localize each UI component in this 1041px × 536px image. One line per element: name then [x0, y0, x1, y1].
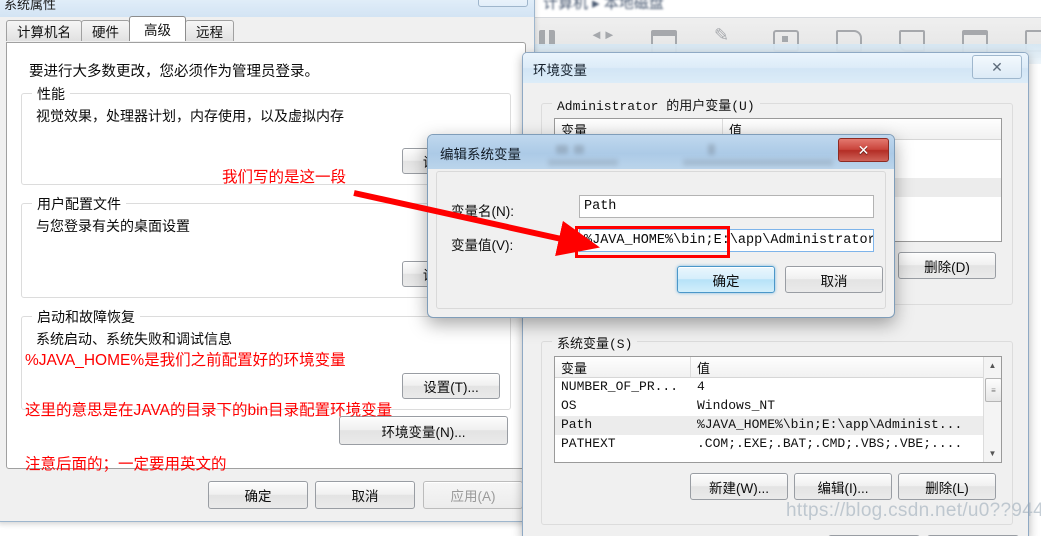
background-window-title: 计算机 ▸ 本地磁盘	[543, 0, 664, 12]
system-variables-edit-button[interactable]: 编辑(I)...	[794, 473, 892, 500]
scrollbar-thumb[interactable]: ≡	[985, 378, 1001, 402]
edit-system-variable-ok-button[interactable]: 确定	[677, 266, 775, 293]
edit-system-variable-cancel-button[interactable]: 取消	[785, 266, 883, 293]
system-properties-apply-button: 应用(A)	[423, 481, 523, 509]
annotation-semicolon-warning: 注意后面的；一定要用英文的	[25, 456, 227, 473]
system-variables-column-name: 变量	[555, 357, 691, 377]
environment-variables-titlebar: 环境变量 ✕	[523, 53, 1028, 83]
variable-name-label: 变量名(N):	[451, 204, 514, 219]
variable-name-input[interactable]: Path	[579, 195, 874, 218]
environment-variables-close-button[interactable]: ✕	[972, 55, 1022, 79]
admin-notice-text: 要进行大多数更改，您必须作为管理员登录。	[29, 64, 319, 80]
system-variables-group: 系统变量(S) 变量 值 NUMBER_OF_PR... 4 OS Window…	[541, 333, 1013, 525]
system-variable-value: 4	[697, 379, 705, 394]
system-variable-value: %JAVA_HOME%\bin;E:\app\Administ...	[697, 417, 963, 432]
system-variables-new-button[interactable]: 新建(W)...	[690, 473, 788, 500]
system-variable-name: Path	[561, 417, 593, 432]
user-profiles-description: 与您登录有关的桌面设置	[36, 218, 190, 234]
system-variable-name: OS	[561, 398, 577, 413]
tab-hardware[interactable]: 硬件	[81, 20, 130, 41]
performance-group-legend: 性能	[32, 84, 70, 104]
table-row[interactable]: OS Windows_NT	[555, 397, 1001, 416]
scroll-down-icon[interactable]: ▼	[984, 445, 1001, 462]
environment-variables-button[interactable]: 环境变量(N)...	[339, 416, 508, 445]
system-properties-title: 系统属性	[4, 0, 57, 12]
table-row[interactable]: NUMBER_OF_PR... 4	[555, 378, 1001, 397]
performance-description: 视觉效果，处理器计划，内存使用，以及虚拟内存	[36, 108, 344, 124]
variable-value-input[interactable]: %JAVA_HOME%\bin;E:\app\Administrator	[579, 229, 874, 252]
annotation-java-home-explained: %JAVA_HOME%是我们之前配置好的环境变量	[25, 352, 346, 369]
table-row[interactable]: PATHEXT .COM;.EXE;.BAT;.CMD;.VBS;.VBE;..…	[555, 435, 1001, 454]
startup-recovery-description: 系统启动、系统失败和调试信息	[36, 331, 232, 347]
variable-value-label: 变量值(V):	[451, 238, 514, 253]
scroll-up-icon[interactable]: ▲	[984, 357, 1001, 374]
startup-recovery-group-legend: 启动和故障恢复	[32, 307, 140, 327]
table-row[interactable]: Path %JAVA_HOME%\bin;E:\app\Administ...	[555, 416, 1001, 435]
edit-system-variable-close-button[interactable]: ✕	[838, 138, 889, 162]
system-variables-delete-button[interactable]: 删除(L)	[898, 473, 996, 500]
user-profiles-group-legend: 用户配置文件	[32, 194, 126, 214]
system-properties-titlebar: 系统属性	[0, 0, 534, 17]
system-properties-cancel-button[interactable]: 取消	[315, 481, 415, 509]
system-variables-scrollbar[interactable]: ▲ ≡ ▼	[983, 357, 1001, 462]
system-variable-name: PATHEXT	[561, 436, 616, 451]
edit-system-variable-dialog: 编辑系统变量 ✕ 变量名(N): Path 变量值(V): %JAVA_HOME…	[427, 134, 895, 318]
system-variables-group-legend: 系统变量(S)	[552, 333, 638, 352]
system-variables-column-value: 值	[697, 361, 711, 376]
system-variable-value: .COM;.EXE;.BAT;.CMD;.VBS;.VBE;....	[697, 436, 963, 451]
user-variables-delete-button[interactable]: 删除(D)	[898, 252, 996, 279]
tab-computer-name[interactable]: 计算机名	[6, 20, 82, 41]
system-properties-close-button[interactable]: ✕	[478, 0, 528, 7]
annotation-we-wrote-this-part: 我们写的是这一段	[222, 169, 347, 186]
tab-advanced[interactable]: 高级	[129, 16, 186, 41]
annotation-bin-dir-meaning: 这里的意思是在JAVA的目录下的bin目录配置环境变量	[25, 402, 393, 419]
tab-remote[interactable]: 远程	[185, 20, 234, 41]
system-properties-ok-button[interactable]: 确定	[208, 481, 308, 509]
system-variable-value: Windows_NT	[697, 398, 776, 413]
watermark-text: https://blog.csdn.net/u0??94490	[786, 500, 1041, 521]
system-variable-name: NUMBER_OF_PR...	[561, 379, 679, 394]
startup-recovery-settings-button[interactable]: 设置(T)...	[402, 373, 500, 399]
environment-variables-title: 环境变量	[533, 63, 587, 78]
system-variables-listbox[interactable]: 变量 值 NUMBER_OF_PR... 4 OS Windows_NT Pat…	[554, 356, 1002, 463]
user-variables-group-legend: Administrator 的用户变量(U)	[552, 95, 760, 114]
edit-system-variable-title: 编辑系统变量	[440, 147, 521, 162]
screenshot-root: 计算机 ▸ 本地磁盘 系统属性 ✕ 计算机名 硬件 高级 远程	[0, 0, 1041, 536]
edit-system-variable-titlebar: 编辑系统变量 ✕	[428, 135, 894, 169]
system-variables-header-row: 变量 值	[555, 357, 1001, 378]
edit-system-variable-panel: 变量名(N): Path 变量值(V): %JAVA_HOME%\bin;E:\…	[436, 171, 886, 309]
system-properties-tabstrip: 计算机名 硬件 高级 远程	[6, 16, 526, 41]
